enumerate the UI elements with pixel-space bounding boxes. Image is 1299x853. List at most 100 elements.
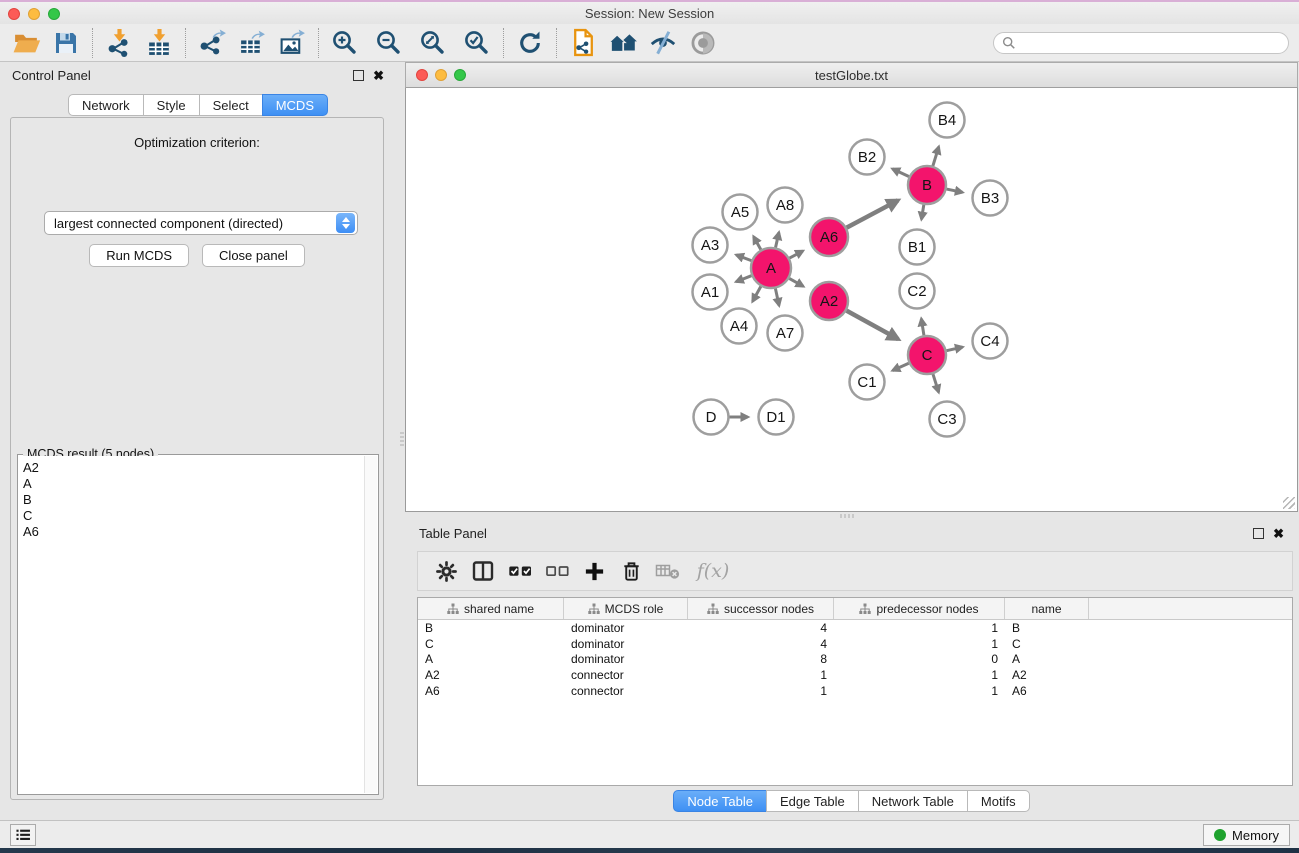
graph-node-B1[interactable]: B1 [900, 230, 935, 265]
edge-A-A7[interactable] [775, 289, 779, 306]
edge-A-A3[interactable] [736, 255, 751, 261]
graph-node-A2[interactable]: A2 [810, 282, 848, 320]
close-panel-button[interactable]: Close panel [202, 244, 305, 267]
result-item[interactable]: C [23, 508, 364, 524]
table-row[interactable]: Cdominator41C [418, 636, 1292, 652]
graph-node-C[interactable]: C [908, 336, 946, 374]
import-table-icon[interactable] [143, 27, 175, 59]
column-header-name[interactable]: name [1005, 598, 1089, 619]
column-header-shared-name[interactable]: shared name [418, 598, 564, 619]
tab-edge-table[interactable]: Edge Table [766, 790, 859, 812]
table-options-gear-icon[interactable] [433, 558, 459, 584]
result-item[interactable]: A2 [23, 460, 364, 476]
graph-node-C2[interactable]: C2 [900, 274, 935, 309]
select-all-checkboxes-icon[interactable] [507, 558, 533, 584]
graph-node-C3[interactable]: C3 [930, 402, 965, 437]
edge-A6-B[interactable] [847, 200, 898, 227]
search-box[interactable] [993, 32, 1289, 54]
create-column-plus-icon[interactable] [581, 558, 607, 584]
close-window-button[interactable] [8, 8, 20, 20]
float-table-panel-icon[interactable] [1253, 528, 1264, 539]
vertical-splitter-handle[interactable] [400, 432, 404, 446]
edge-A-A6[interactable] [790, 251, 803, 258]
tab-node-table[interactable]: Node Table [673, 790, 767, 812]
edge-B-B2[interactable] [892, 169, 908, 177]
import-network-icon[interactable] [103, 27, 135, 59]
result-item[interactable]: A6 [23, 524, 364, 540]
graph-node-A3[interactable]: A3 [693, 228, 728, 263]
zoom-selected-icon[interactable] [461, 27, 493, 59]
horizontal-splitter-handle[interactable] [840, 514, 854, 518]
mcds-result-list[interactable]: A2ABCA6 [19, 456, 364, 793]
network-from-file-icon[interactable] [567, 27, 599, 59]
graph-node-D[interactable]: D [694, 400, 729, 435]
task-history-button[interactable] [10, 824, 36, 846]
edge-C-C4[interactable] [947, 347, 963, 351]
graph-node-B4[interactable]: B4 [930, 103, 965, 138]
close-table-panel-icon[interactable]: ✖ [1273, 528, 1284, 539]
edge-B-B3[interactable] [947, 189, 963, 192]
table-row[interactable]: A2connector11A2 [418, 667, 1292, 683]
graph-node-A8[interactable]: A8 [768, 188, 803, 223]
zoom-out-icon[interactable] [373, 27, 405, 59]
edge-B-B1[interactable] [921, 205, 923, 220]
edge-A-A2[interactable] [789, 278, 803, 286]
network-canvas[interactable]: AA6A2BCA5A8A3A1A4A7B2B4B3B1C2C4C1C3DD1 [405, 88, 1298, 512]
table-row[interactable]: Bdominator41B [418, 620, 1292, 636]
close-panel-icon[interactable]: ✖ [373, 70, 384, 81]
graph-node-A[interactable]: A [751, 248, 791, 288]
graph-node-B[interactable]: B [908, 166, 946, 204]
edge-C-C2[interactable] [921, 319, 924, 335]
tab-select[interactable]: Select [199, 94, 263, 116]
graph-node-C4[interactable]: C4 [973, 324, 1008, 359]
column-header-successor-nodes[interactable]: successor nodes [688, 598, 834, 619]
export-image-icon[interactable] [276, 27, 308, 59]
refresh-view-icon[interactable] [514, 27, 546, 59]
result-scrollbar[interactable] [364, 456, 377, 793]
graph-node-D1[interactable]: D1 [759, 400, 794, 435]
graph-node-B3[interactable]: B3 [973, 181, 1008, 216]
export-table-icon[interactable] [236, 27, 268, 59]
edge-C-C3[interactable] [933, 374, 939, 392]
graph-node-A4[interactable]: A4 [722, 309, 757, 344]
network-zoom-button[interactable] [454, 69, 466, 81]
network-window-titlebar[interactable]: testGlobe.txt [405, 62, 1298, 88]
edge-A-A8[interactable] [776, 232, 779, 247]
zoom-window-button[interactable] [48, 8, 60, 20]
hide-graphics-details-icon[interactable] [647, 27, 679, 59]
table-row[interactable]: Adominator80A [418, 651, 1292, 667]
edge-A-A1[interactable] [736, 276, 751, 282]
deselect-all-checkboxes-icon[interactable] [544, 558, 570, 584]
graph-node-C1[interactable]: C1 [850, 365, 885, 400]
column-header-predecessor-nodes[interactable]: predecessor nodes [834, 598, 1005, 619]
tab-mcds[interactable]: MCDS [262, 94, 328, 116]
column-header-MCDS-role[interactable]: MCDS role [564, 598, 688, 619]
edge-A-A4[interactable] [753, 286, 761, 301]
network-close-button[interactable] [416, 69, 428, 81]
zoom-fit-icon[interactable] [417, 27, 449, 59]
function-builder-icon[interactable]: f(x) [692, 558, 734, 584]
criterion-dropdown[interactable]: largest connected component (directed) [44, 211, 358, 235]
edge-A2-C[interactable] [847, 311, 899, 339]
tab-network[interactable]: Network [68, 94, 144, 116]
network-minimize-button[interactable] [435, 69, 447, 81]
tab-network-table[interactable]: Network Table [858, 790, 968, 812]
delete-column-trash-icon[interactable] [618, 558, 644, 584]
export-network-icon[interactable] [196, 27, 228, 59]
edge-B-B4[interactable] [933, 147, 939, 166]
search-input[interactable] [1016, 36, 1280, 50]
edge-C-C1[interactable] [893, 363, 909, 370]
run-mcds-button[interactable]: Run MCDS [89, 244, 189, 267]
tab-motifs[interactable]: Motifs [967, 790, 1030, 812]
save-session-icon[interactable] [50, 27, 82, 59]
memory-button[interactable]: Memory [1203, 824, 1290, 846]
graph-node-A5[interactable]: A5 [723, 195, 758, 230]
show-details-icon[interactable] [687, 27, 719, 59]
edge-A-A5[interactable] [754, 237, 761, 250]
float-panel-icon[interactable] [353, 70, 364, 81]
graph-node-B2[interactable]: B2 [850, 140, 885, 175]
graph-node-A7[interactable]: A7 [768, 316, 803, 351]
result-item[interactable]: B [23, 492, 364, 508]
result-item[interactable]: A [23, 476, 364, 492]
delete-table-icon[interactable] [655, 558, 681, 584]
